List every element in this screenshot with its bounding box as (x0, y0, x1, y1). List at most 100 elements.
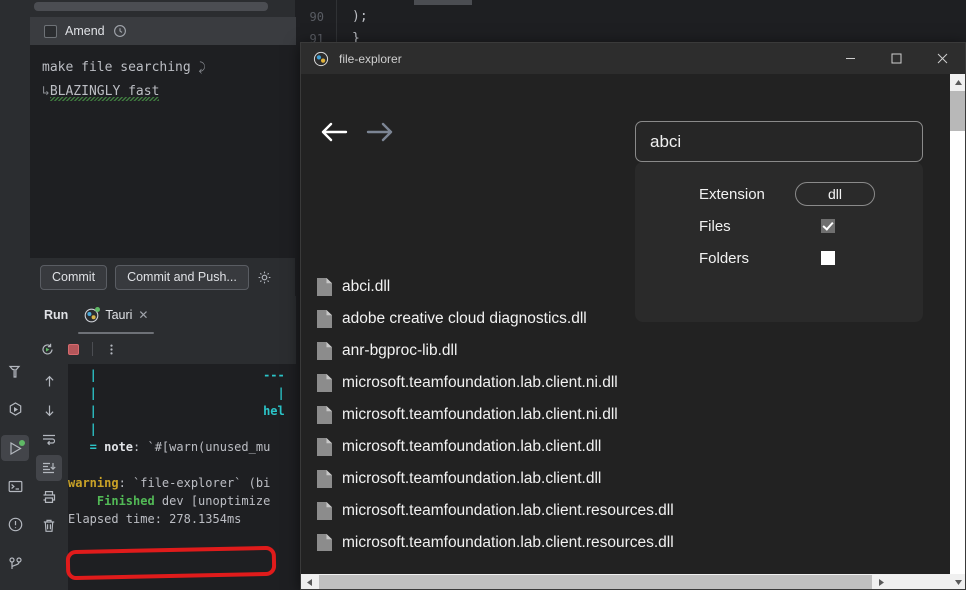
commit-button-row: Commit Commit and Push... (30, 258, 296, 296)
file-explorer-title: file-explorer (339, 51, 402, 66)
scroll-left-icon[interactable] (301, 574, 318, 589)
toolbar-divider (92, 342, 93, 356)
print-icon[interactable] (36, 484, 62, 510)
scroll-to-end-icon[interactable] (36, 455, 62, 481)
files-checkbox[interactable] (821, 219, 835, 233)
horizontal-scrollbar-thumb[interactable] (319, 575, 872, 589)
commit-message-input[interactable]: make file searching ⤸ ↳BLAZINGLY fast (30, 45, 296, 258)
commit-msg-text-2-wrap: BLAZINGLY fast (49, 84, 160, 101)
trash-icon[interactable] (36, 513, 62, 539)
spellcheck-squiggle (49, 97, 160, 101)
back-arrow-icon[interactable] (319, 120, 349, 144)
window-controls (827, 43, 965, 74)
run-console-output[interactable]: | --- | | | hel | = note: `#[warn(unused… (68, 364, 296, 590)
console-line: Finished dev [unoptimize (68, 494, 271, 508)
tauri-status-dot (95, 306, 101, 312)
file-explorer-titlebar[interactable]: file-explorer (301, 43, 965, 74)
file-name: adobe creative cloud diagnostics.dll (342, 310, 587, 327)
list-item[interactable]: microsoft.teamfoundation.lab.client.ni.d… (301, 367, 931, 399)
commit-panel: Amend make file searching ⤸ ↳BLAZINGLY f… (30, 0, 296, 296)
file-name: microsoft.teamfoundation.lab.client.dll (342, 438, 602, 455)
search-input[interactable]: abci (635, 121, 923, 162)
close-icon[interactable]: ✕ (138, 309, 148, 321)
rerun-icon[interactable] (40, 342, 55, 357)
services-icon[interactable] (1, 397, 29, 423)
extension-input[interactable]: dll (795, 182, 875, 206)
run-status-dot (19, 439, 25, 446)
horizontal-scrollbar[interactable] (301, 574, 950, 589)
file-name: microsoft.teamfoundation.lab.client.ni.d… (342, 406, 618, 423)
list-item[interactable]: anr-bgproc-lib.dll (301, 335, 931, 367)
run-tab-bar: Run Tauri ✕ (30, 296, 296, 334)
commit-button[interactable]: Commit (40, 264, 108, 290)
file-icon (317, 278, 332, 296)
tab-tauri[interactable]: Tauri ✕ (78, 296, 155, 334)
commit-message-line-2: ↳BLAZINGLY fast (42, 80, 284, 104)
list-item[interactable]: abci.dll (301, 271, 931, 303)
amend-label: Amend (65, 24, 105, 38)
file-name: abci.dll (342, 278, 391, 295)
list-item[interactable]: microsoft.teamfoundation.lab.client.reso… (301, 495, 931, 527)
tauri-logo-icon (84, 306, 101, 323)
git-branch-icon[interactable] (1, 550, 29, 576)
code-line: ); (352, 9, 368, 24)
problems-icon[interactable] (1, 512, 29, 538)
up-arrow-icon[interactable] (36, 368, 62, 394)
folders-checkbox[interactable] (821, 251, 835, 265)
editor-tab-fragment[interactable] (414, 0, 472, 5)
console-line: | hel (68, 404, 285, 418)
scroll-down-icon[interactable] (950, 574, 965, 589)
commit-panel-scrollbar[interactable] (34, 2, 268, 11)
gear-icon[interactable] (257, 270, 272, 285)
stop-icon[interactable] (67, 343, 80, 356)
commit-msg-text-1: make file searching (42, 60, 199, 75)
navigation-controls (319, 120, 395, 144)
list-item[interactable]: microsoft.teamfoundation.lab.client.dll (301, 431, 931, 463)
file-name: microsoft.teamfoundation.lab.client.ni.d… (342, 374, 618, 391)
maximize-icon[interactable] (873, 43, 919, 74)
console-line: = note: `#[warn(unused_mu (68, 440, 271, 454)
list-item[interactable]: microsoft.teamfoundation.lab.client.ni.d… (301, 399, 931, 431)
scroll-right-icon[interactable] (873, 574, 890, 589)
build-icon[interactable] (1, 358, 29, 384)
line-number: 90 (309, 10, 324, 24)
wrap-caret-icon: ↳ (42, 84, 50, 99)
console-line-elapsed: Elapsed time: 278.1354ms (68, 512, 242, 526)
tool-window-strip (0, 0, 30, 590)
forward-arrow-icon[interactable] (365, 120, 395, 144)
soft-wrap-icon[interactable] (36, 426, 62, 452)
file-icon (317, 374, 332, 392)
screen-root: 90 91 ); } Amend make file searching ⤸ ↳… (0, 0, 966, 590)
list-item[interactable]: microsoft.teamfoundation.lab.client.dll (301, 463, 931, 495)
console-line: warning: `file-explorer` (bi (68, 476, 271, 490)
file-icon (317, 310, 332, 328)
minimize-icon[interactable] (827, 43, 873, 74)
file-name: anr-bgproc-lib.dll (342, 342, 458, 359)
amend-checkbox[interactable] (44, 24, 57, 38)
folders-label: Folders (699, 249, 750, 267)
file-icon (317, 502, 332, 520)
terminal-icon[interactable] (1, 473, 29, 499)
clock-icon[interactable] (113, 24, 127, 38)
vertical-scrollbar[interactable] (950, 74, 965, 589)
files-filter-row: Files (635, 210, 923, 242)
file-icon (317, 534, 332, 551)
file-name: microsoft.teamfoundation.lab.client.reso… (342, 502, 674, 519)
vertical-scrollbar-thumb[interactable] (950, 91, 965, 131)
run-toolbar (30, 334, 296, 364)
extension-label: Extension (699, 185, 765, 203)
list-item[interactable]: adobe creative cloud diagnostics.dll (301, 303, 931, 335)
more-options-icon[interactable] (105, 343, 118, 356)
run-icon[interactable] (1, 434, 29, 462)
console-gutter-toolbar (30, 364, 68, 590)
down-arrow-icon[interactable] (36, 397, 62, 423)
close-icon[interactable] (919, 43, 965, 74)
search-results-list[interactable]: abci.dll adobe creative cloud diagnostic… (301, 271, 931, 551)
list-item[interactable]: microsoft.teamfoundation.lab.client.reso… (301, 527, 931, 551)
file-icon (317, 406, 332, 424)
commit-and-push-button[interactable]: Commit and Push... (115, 264, 249, 290)
console-line: | --- (68, 368, 285, 382)
file-name: microsoft.teamfoundation.lab.client.dll (342, 470, 602, 487)
scroll-up-icon[interactable] (950, 74, 965, 91)
